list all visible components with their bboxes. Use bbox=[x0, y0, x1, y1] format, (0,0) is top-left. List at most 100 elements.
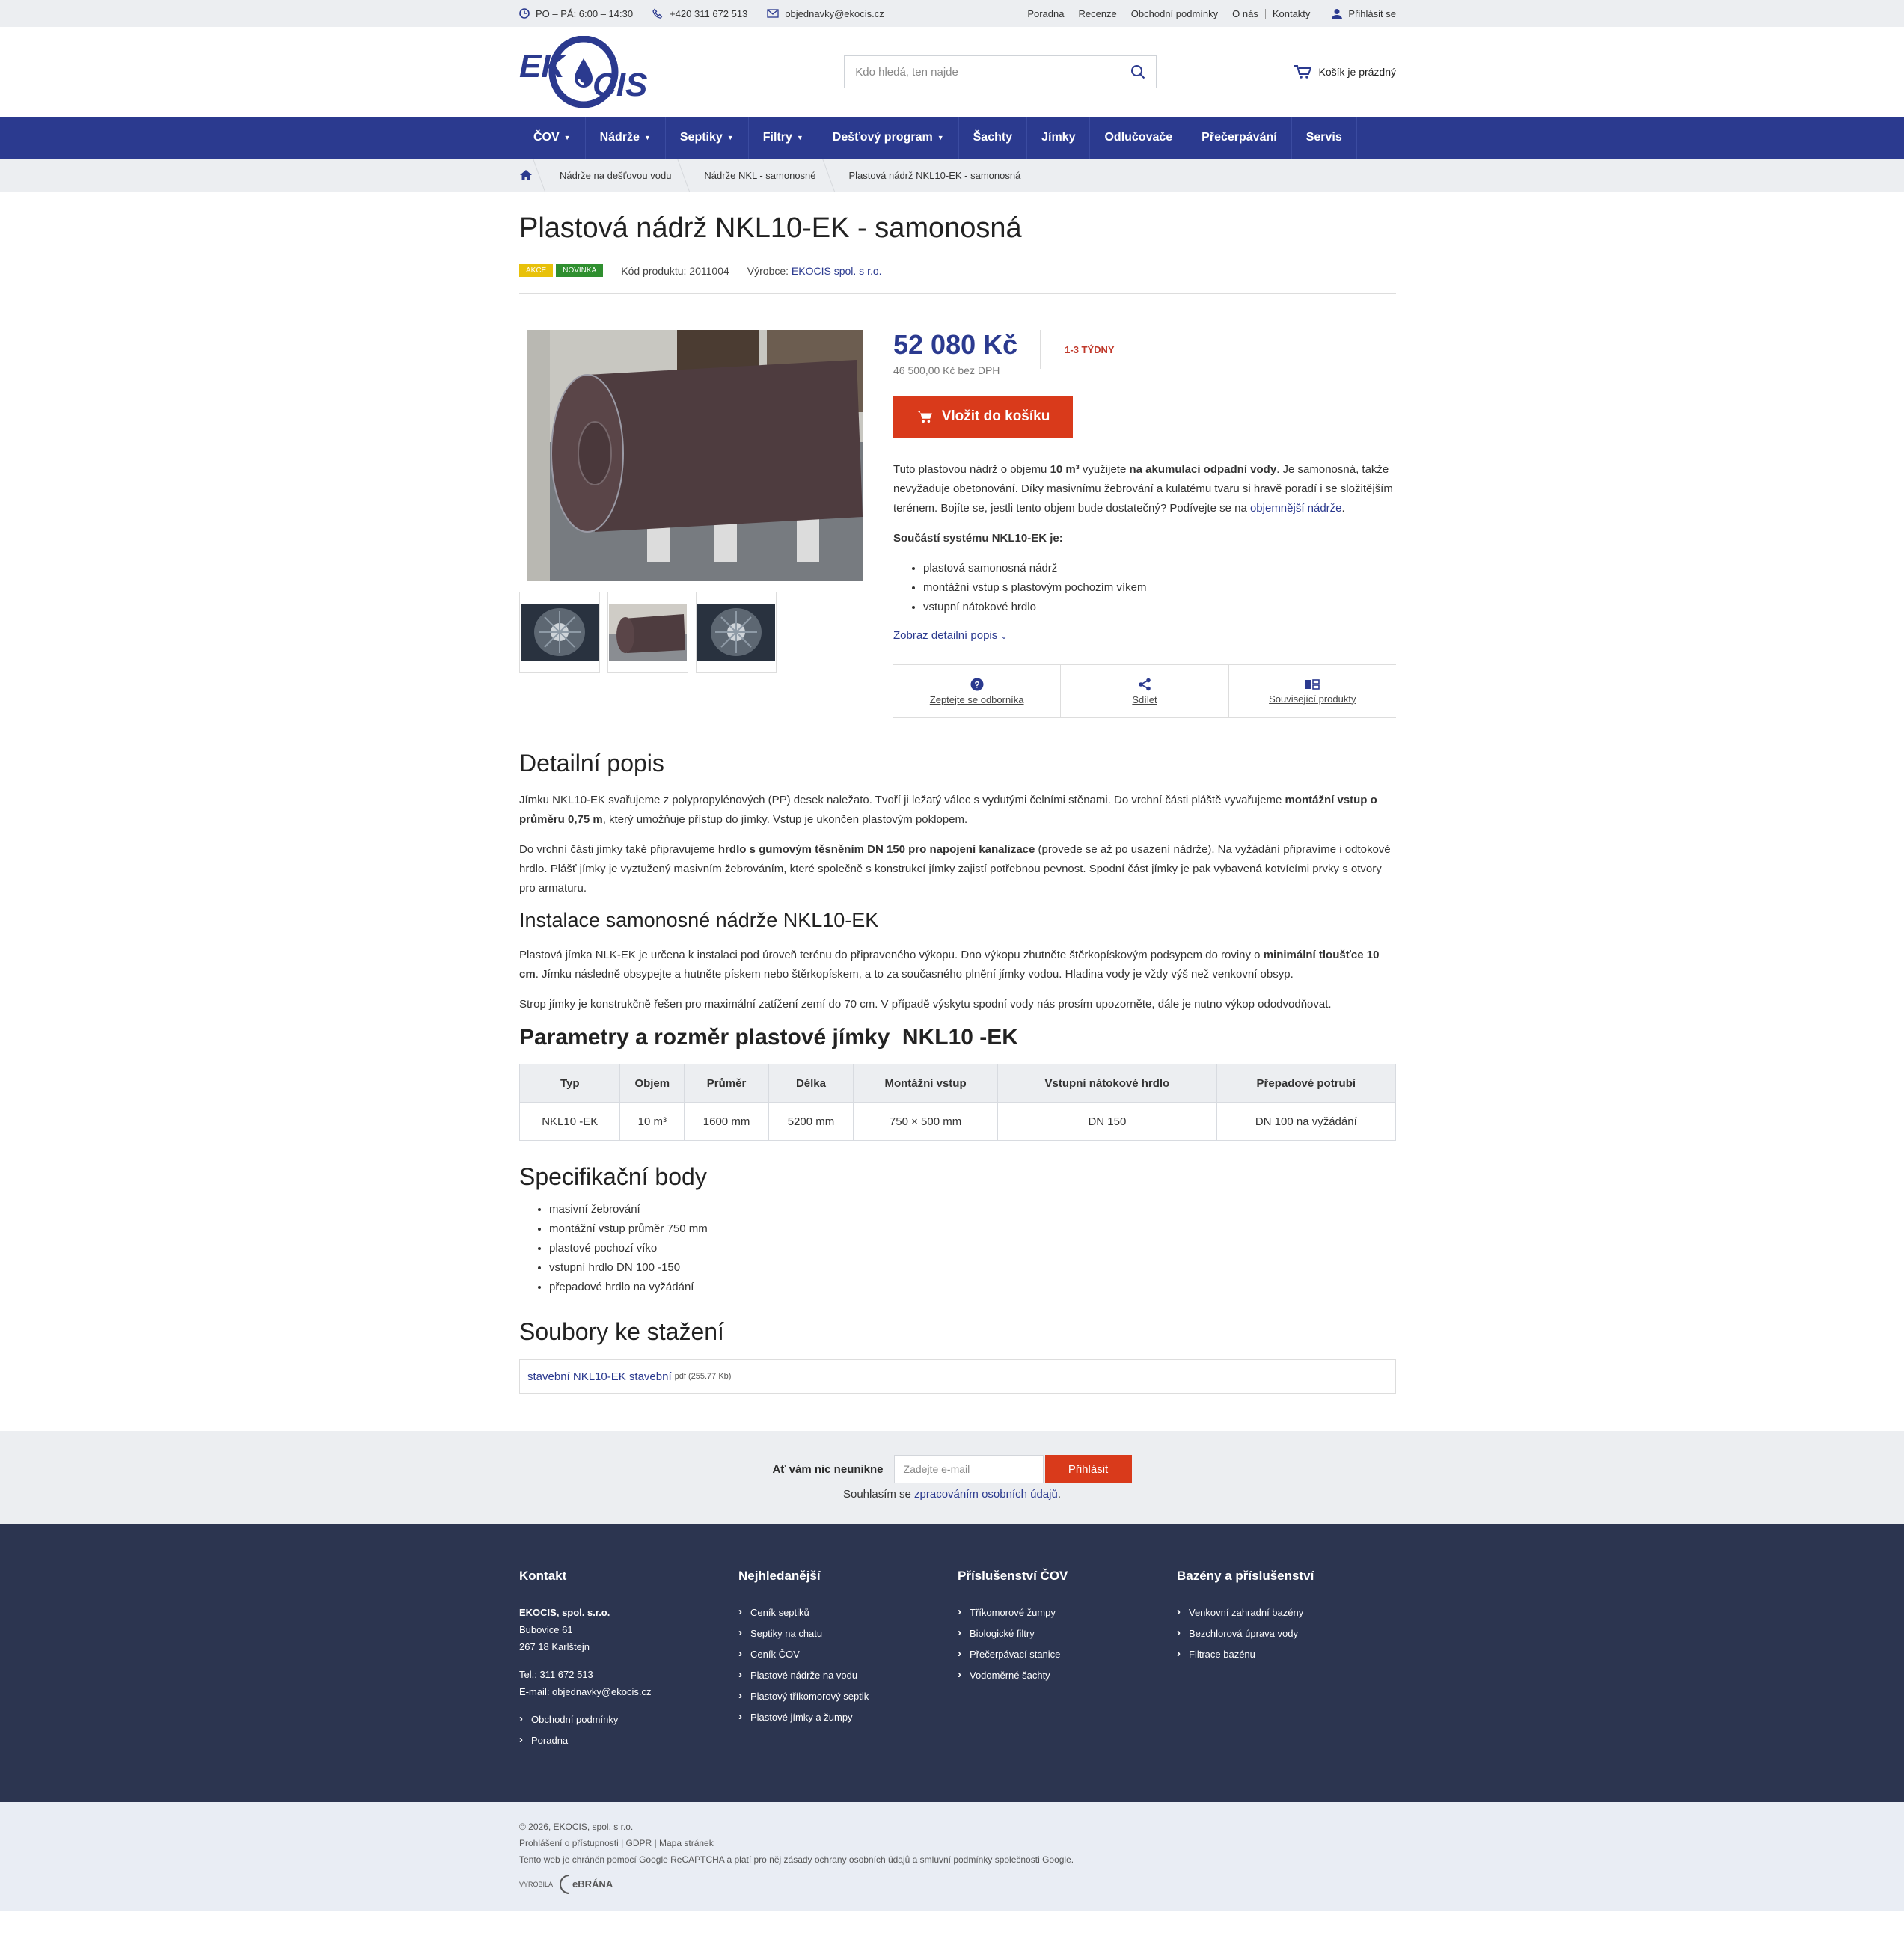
email-link[interactable]: objednavky@ekocis.cz bbox=[767, 8, 884, 19]
site-footer: Kontakt EKOCIS, spol. s.r.o. Bubovice 61… bbox=[0, 1524, 1904, 1802]
google-terms-link[interactable]: smluvní podmínky bbox=[920, 1854, 993, 1865]
footer-email[interactable]: E-mail: objednavky@ekocis.cz bbox=[519, 1683, 738, 1700]
main-nav: ČOV ▼ Nádrže ▼ Septiky ▼ Filtry ▼ Dešťový pr… bbox=[0, 117, 1904, 159]
footer-link[interactable]: Plastové jímky a žumpy bbox=[738, 1708, 958, 1726]
top-link-terms[interactable]: Obchodní podmínky bbox=[1124, 8, 1226, 19]
footer-link[interactable]: Biologické filtry bbox=[958, 1624, 1177, 1642]
home-icon[interactable] bbox=[519, 169, 533, 181]
top-link-about[interactable]: O nás bbox=[1225, 8, 1266, 19]
ebrana-logo: eBRÁNA bbox=[559, 1874, 613, 1895]
ask-expert-label: Zeptejte se odborníka bbox=[929, 693, 1024, 705]
footer-link[interactable]: Filtrace bazénu bbox=[1177, 1645, 1396, 1663]
bigger-tanks-link[interactable]: objemnější nádrže bbox=[1250, 502, 1342, 515]
product-info: 52 080 Kč 46 500,00 Kč bez DPH 1-3 TÝDNY… bbox=[893, 330, 1396, 718]
footer-link[interactable]: Ceník ČOV bbox=[738, 1645, 958, 1663]
ebrana-icon bbox=[560, 1875, 570, 1894]
footer-col-title: Kontakt bbox=[519, 1569, 567, 1583]
file-download[interactable]: stavební NKL10-EK stavební pdf (255.77 K… bbox=[519, 1359, 1396, 1394]
footer-link[interactable]: Septiky na chatu bbox=[738, 1624, 958, 1642]
login-link[interactable]: Přihlásit se bbox=[1332, 8, 1396, 19]
site-logo[interactable]: EK CIS bbox=[519, 35, 655, 108]
nav-item-destovy-program[interactable]: Dešťový program ▼ bbox=[818, 117, 959, 159]
maker-link[interactable]: EKOCIS spol. s r.o. bbox=[792, 265, 882, 277]
table-header: Délka bbox=[768, 1064, 854, 1103]
nav-item-filtry[interactable]: Filtry ▼ bbox=[749, 117, 818, 159]
detail-paragraph: Do vrchní části jímky také připravujeme … bbox=[519, 843, 1391, 895]
search-input[interactable]: Kdo hledá, ten najde bbox=[844, 55, 1157, 88]
hours-text: PO – PÁ: 6:00 – 14:30 bbox=[536, 7, 634, 19]
footer-address: Bubovice 61 bbox=[519, 1624, 573, 1635]
availability-badge: 1-3 TÝDNY bbox=[1040, 330, 1115, 369]
sitemap-link[interactable]: Mapa stránek bbox=[659, 1838, 714, 1848]
top-link-recenze[interactable]: Recenze bbox=[1071, 8, 1124, 19]
table-cell: 750 × 500 mm bbox=[852, 1102, 999, 1141]
nav-label: Dešťový program bbox=[832, 131, 933, 144]
recaptcha-note: Tento web je chráněn pomocí Google ReCAP… bbox=[519, 1854, 1074, 1865]
email-text: objednavky@ekocis.cz bbox=[785, 7, 884, 19]
add-to-cart-button[interactable]: Vložit do košíku bbox=[893, 396, 1073, 438]
footer-link[interactable]: Přečerpávací stanice bbox=[958, 1645, 1177, 1663]
nav-item-nadrze[interactable]: Nádrže ▼ bbox=[586, 117, 666, 159]
svg-text:?: ? bbox=[974, 679, 979, 690]
accessibility-link[interactable]: Prohlášení o přístupnosti bbox=[519, 1838, 619, 1848]
privacy-link[interactable]: zpracováním osobních údajů bbox=[914, 1488, 1058, 1501]
list-item: přepadové hrdlo na vyžádání bbox=[549, 1278, 1396, 1297]
nav-label: Septiky bbox=[679, 131, 723, 144]
related-label: Související produkty bbox=[1269, 693, 1356, 705]
footer-link[interactable]: Plastový tříkomorový septik bbox=[738, 1687, 958, 1705]
google-privacy-link[interactable]: zásady ochrany osobních údajů bbox=[784, 1854, 910, 1865]
made-by[interactable]: VYROBILA eBRÁNA bbox=[519, 1874, 1396, 1895]
nav-item-odlucovace[interactable]: Odlučovače bbox=[1090, 117, 1188, 159]
phone-icon bbox=[652, 7, 663, 19]
footer-link[interactable]: Vodoměrné šachty bbox=[958, 1666, 1177, 1684]
search-icon[interactable] bbox=[1130, 64, 1145, 79]
nav-label: Jímky bbox=[1041, 131, 1076, 144]
nav-item-septiky[interactable]: Septiky ▼ bbox=[666, 117, 749, 159]
legal-links: Prohlášení o přístupnosti | GDPR | Mapa … bbox=[519, 1838, 714, 1848]
add-to-cart-label: Vložit do košíku bbox=[941, 408, 1050, 424]
file-link[interactable]: stavební NKL10-EK stavební bbox=[527, 1370, 672, 1383]
chevron-down-icon: ⌄ bbox=[1000, 632, 1008, 641]
gdpr-link[interactable]: GDPR bbox=[626, 1838, 652, 1848]
nav-item-sachty[interactable]: Šachty bbox=[959, 117, 1028, 159]
nav-item-servis[interactable]: Servis bbox=[1292, 117, 1357, 159]
maker-label: Výrobce: bbox=[747, 264, 789, 277]
show-detail-link[interactable]: Zobraz detailní popis ⌄ bbox=[893, 629, 1396, 642]
footer-link[interactable]: Tříkomorové žumpy bbox=[958, 1603, 1177, 1621]
made-by-label: VYROBILA bbox=[519, 1881, 554, 1888]
caret-down-icon: ▼ bbox=[796, 134, 803, 141]
footer-phone[interactable]: Tel.: 311 672 513 bbox=[519, 1666, 738, 1683]
nav-item-precerpavani[interactable]: Přečerpávání bbox=[1187, 117, 1292, 159]
top-link-poradna[interactable]: Poradna bbox=[1020, 8, 1072, 19]
phone-link[interactable]: +420 311 672 513 bbox=[652, 8, 747, 19]
cart-link[interactable]: Košík je prázdný bbox=[1294, 64, 1396, 79]
params-section: Parametry a rozměr plastové jímky NKL10 … bbox=[518, 1025, 1397, 1141]
newsletter-email-input[interactable]: Zadejte e-mail bbox=[893, 1455, 1044, 1483]
product-maker: Výrobce: EKOCIS spol. s r.o. bbox=[747, 265, 882, 277]
product-main-image[interactable] bbox=[527, 330, 863, 581]
footer-link[interactable]: Ceník septiků bbox=[738, 1603, 958, 1621]
footer-link[interactable]: Poradna bbox=[519, 1731, 738, 1749]
top-link-contacts[interactable]: Kontakty bbox=[1266, 9, 1317, 19]
gallery-thumb[interactable] bbox=[607, 592, 688, 673]
svg-text:CIS: CIS bbox=[593, 67, 647, 103]
nav-item-cov[interactable]: ČOV ▼ bbox=[519, 117, 586, 159]
footer-link[interactable]: Obchodní podmínky bbox=[519, 1710, 738, 1728]
footer-link[interactable]: Venkovní zahradní bazény bbox=[1177, 1603, 1396, 1621]
list-item: plastová samonosná nádrž bbox=[923, 559, 1396, 578]
ask-expert-button[interactable]: ? Zeptejte se odborníka bbox=[893, 665, 1062, 717]
footer-link[interactable]: Bezchlorová úprava vody bbox=[1177, 1624, 1396, 1642]
nav-item-jimky[interactable]: Jímky bbox=[1027, 117, 1091, 159]
newsletter-submit-button[interactable]: Přihlásit bbox=[1044, 1455, 1132, 1483]
gallery-thumb[interactable] bbox=[696, 592, 777, 673]
footer-link[interactable]: Plastové nádrže na vodu bbox=[738, 1666, 958, 1684]
gallery-thumb[interactable] bbox=[519, 592, 600, 673]
share-button[interactable]: Sdílet bbox=[1061, 665, 1229, 717]
breadcrumb-item[interactable]: Nádrže na dešťovou vodu bbox=[543, 159, 688, 192]
breadcrumb-current: Plastová nádrž NKL10-EK - samonosná bbox=[833, 159, 1038, 192]
newsletter-placeholder: Zadejte e-mail bbox=[903, 1463, 970, 1475]
breadcrumb-item[interactable]: Nádrže NKL - samonosné bbox=[688, 159, 832, 192]
nav-label: Nádrže bbox=[599, 131, 640, 144]
footer-bottom: © 2026, EKOCIS, spol. s r.o. Prohlášení … bbox=[0, 1802, 1904, 1911]
related-products-button[interactable]: Související produkty bbox=[1229, 665, 1396, 717]
